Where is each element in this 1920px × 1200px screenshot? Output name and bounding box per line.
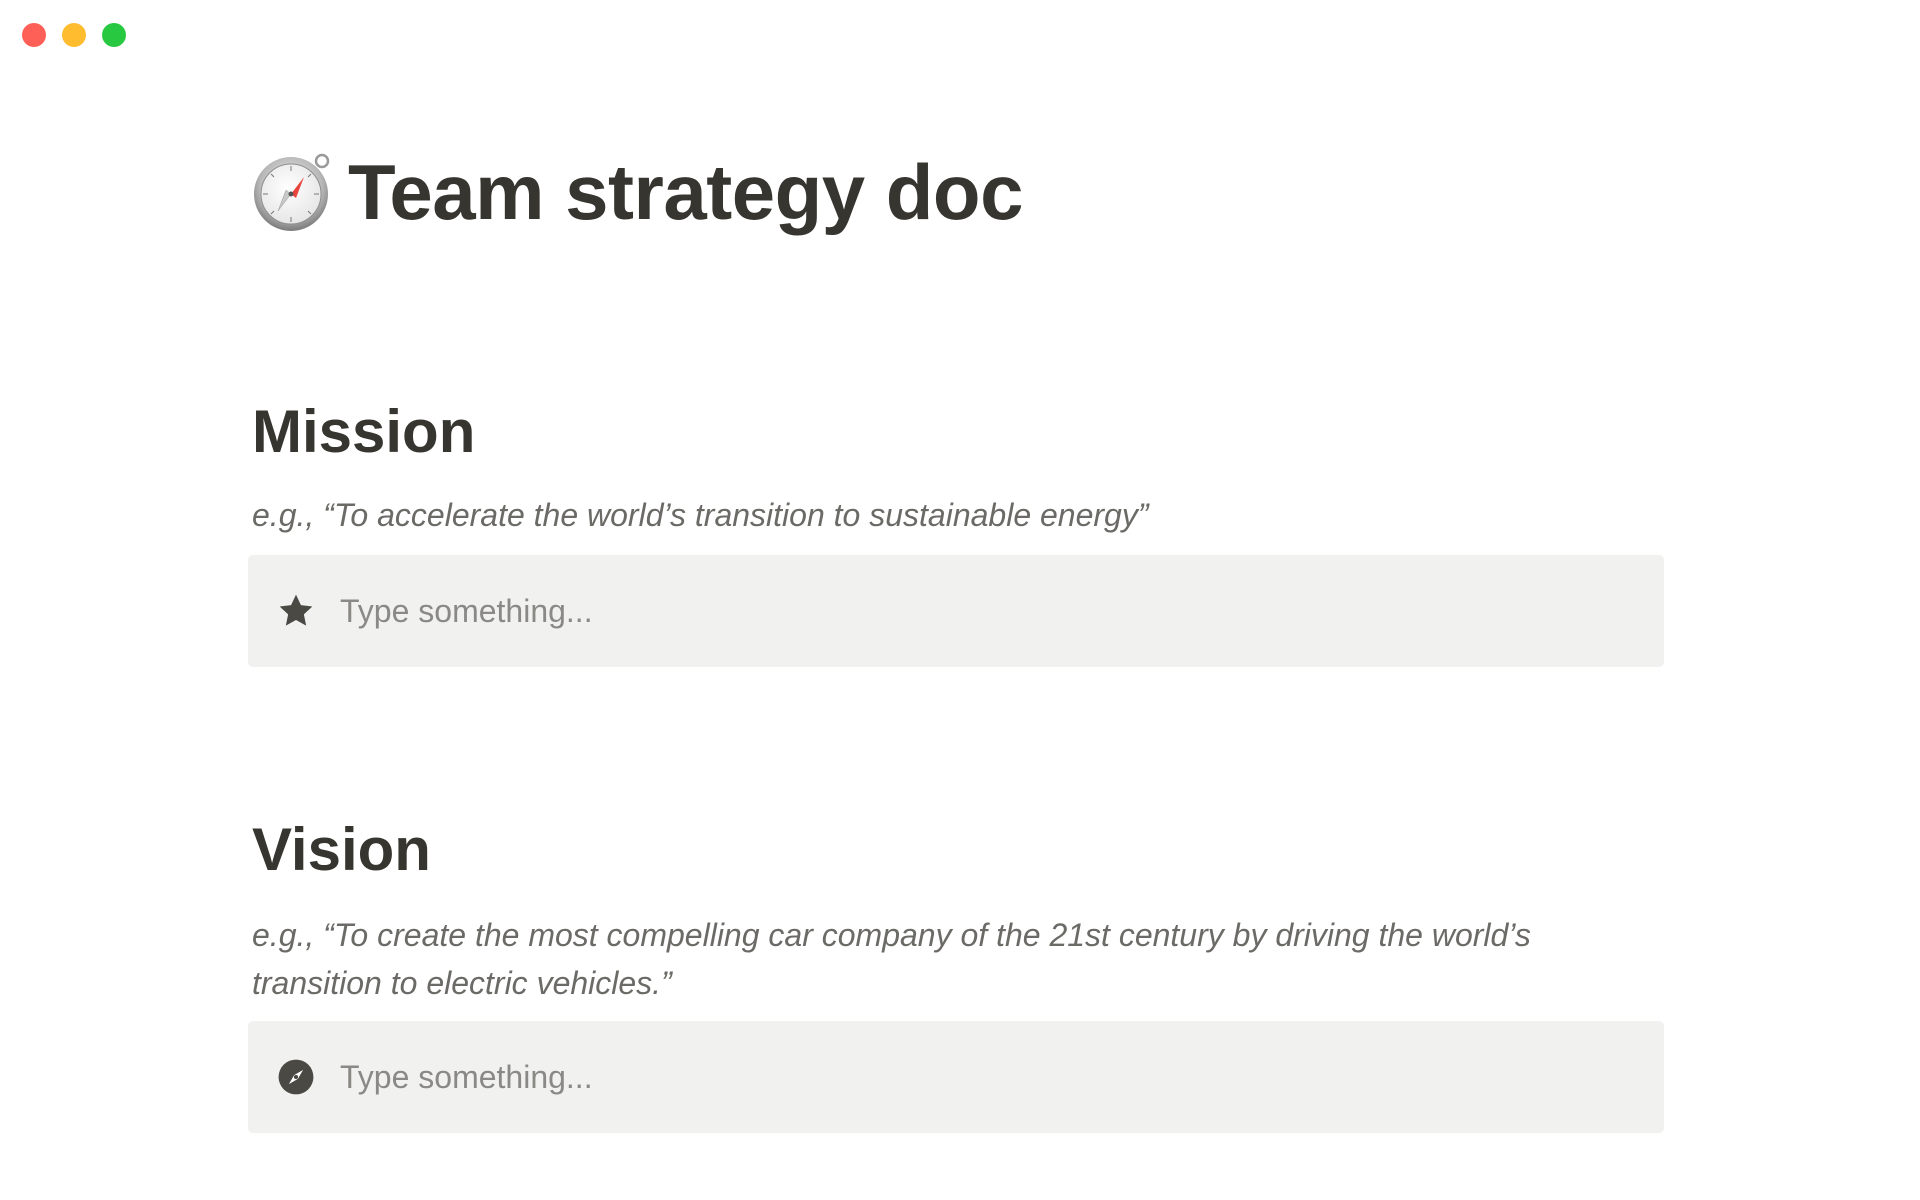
minimize-window-button[interactable] [62, 23, 86, 47]
maximize-window-button[interactable] [102, 23, 126, 47]
mission-input-placeholder[interactable]: Type something... [340, 593, 593, 630]
mission-hint: e.g., “To accelerate the world’s transit… [252, 497, 1149, 533]
vision-hint: e.g., “To create the most compelling car… [252, 917, 1531, 1001]
mission-heading[interactable]: Mission [252, 402, 475, 462]
vision-heading[interactable]: Vision [252, 820, 431, 880]
app-window: Team strategy doc Mission e.g., “To acce… [0, 0, 1920, 1200]
vision-callout[interactable]: Type something... [248, 1021, 1664, 1133]
window-controls [22, 23, 126, 47]
vision-input-placeholder[interactable]: Type something... [340, 1059, 593, 1096]
page-title[interactable]: Team strategy doc [348, 153, 1023, 231]
star-icon [276, 591, 316, 631]
close-window-button[interactable] [22, 23, 46, 47]
compass-circle-icon [276, 1057, 316, 1097]
compass-icon[interactable] [252, 151, 334, 233]
page-header: Team strategy doc [252, 146, 1023, 238]
mission-callout[interactable]: Type something... [248, 555, 1664, 667]
